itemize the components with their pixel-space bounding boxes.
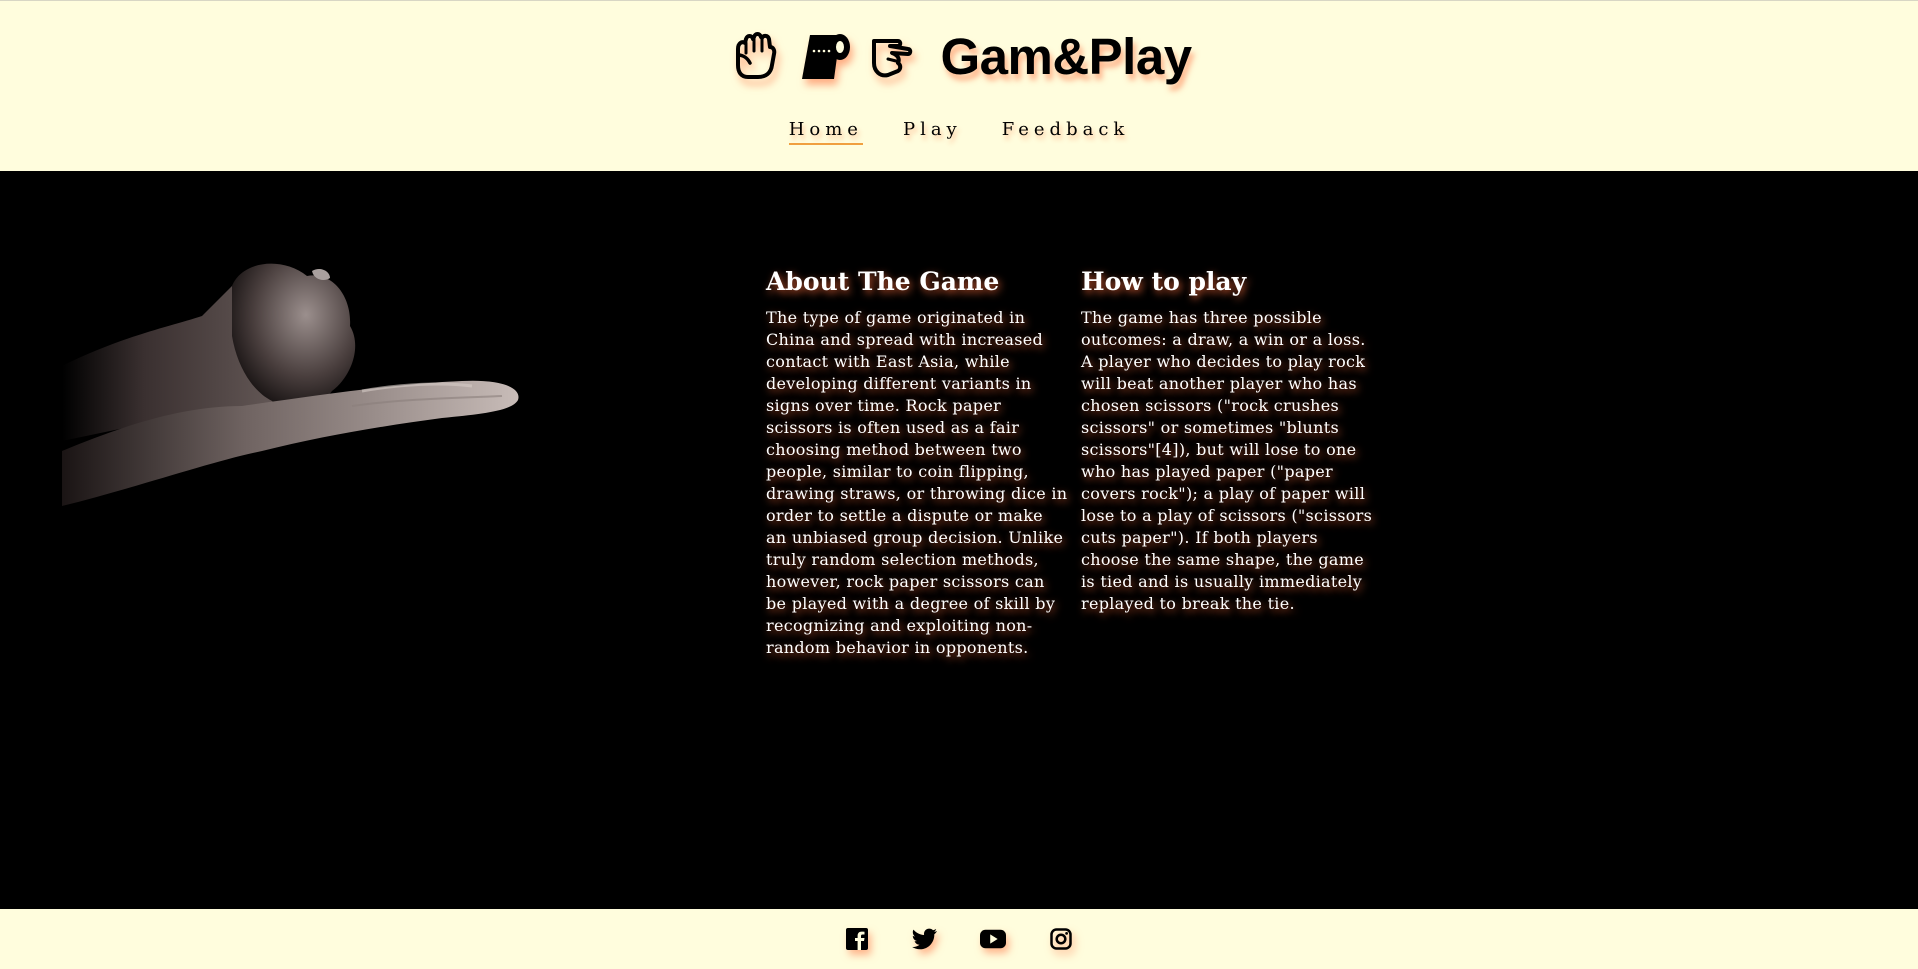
- how-to-play-text: The game has three possible outcomes: a …: [1081, 308, 1373, 613]
- about-heading: About The Game: [766, 267, 1000, 296]
- scissors-hand-icon: [866, 27, 924, 85]
- site-header: Gam&Play Home Play Feedback: [0, 0, 1918, 171]
- about-text: The type of game originated in China and…: [766, 308, 1068, 657]
- nav-play[interactable]: Play: [903, 119, 962, 145]
- main-nav: Home Play Feedback: [0, 119, 1918, 145]
- site-footer: [0, 909, 1918, 969]
- nav-feedback[interactable]: Feedback: [1002, 119, 1130, 145]
- facebook-icon[interactable]: [844, 926, 870, 952]
- how-to-play-section: How to play The game has three possible …: [1081, 267, 1373, 615]
- nav-home[interactable]: Home: [788, 119, 863, 145]
- paper-roll-icon: [796, 27, 854, 85]
- about-section: About The Game The type of game originat…: [766, 267, 1068, 659]
- main-content: About The Game The type of game originat…: [0, 171, 1918, 909]
- how-to-play-heading: How to play: [1081, 267, 1247, 296]
- youtube-icon[interactable]: [980, 926, 1006, 952]
- rock-fist-icon: [726, 27, 784, 85]
- brand[interactable]: Gam&Play: [0, 23, 1918, 89]
- hands-rock-paper-scissors-photo: [62, 263, 519, 506]
- site-title: Gam&Play: [940, 27, 1192, 85]
- twitter-icon[interactable]: [912, 926, 938, 952]
- instagram-icon[interactable]: [1048, 926, 1074, 952]
